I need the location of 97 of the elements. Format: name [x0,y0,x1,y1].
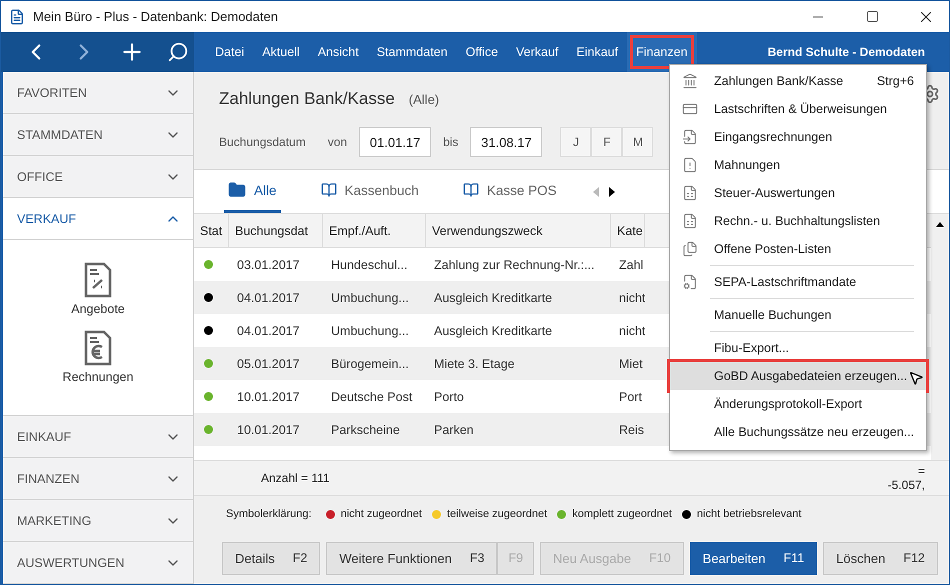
from-label: von [328,135,348,149]
menu-item[interactable]: Finanzen [627,32,697,72]
scrollbar[interactable] [931,214,949,460]
legend-label: nicht zugeordnet [340,508,422,520]
page-subtitle: (Alle) [408,92,440,107]
table-cell-text: Miete 3. Etage [433,356,516,370]
to-date-field[interactable]: 31.08.17 [470,127,542,157]
table-cell-text: Umbuchung... [330,290,410,304]
menu-item[interactable]: Verkauf [507,32,568,72]
from-date-field[interactable]: 01.01.17 [359,127,432,157]
table-cell-text: Hundeschul... [330,258,408,272]
legend-title: Symbolerklärung: [226,508,312,520]
column-header[interactable]: Kate [611,214,645,247]
menu-item[interactable]: Datei [206,32,254,72]
table-cell-text: Bürogemein... [330,356,410,370]
table-cell-text: 10.01.2017 [236,390,301,404]
legend-label: komplett zugeordnet [572,508,672,520]
dropdown-item[interactable]: Eingangsrechnungen [670,123,926,151]
action-button[interactable]: Details F2 [222,542,320,574]
sidebar-item[interactable]: Angebote [71,262,125,316]
folder-icon [228,181,246,199]
table-cell-text: 05.01.2017 [236,356,301,370]
percent-document-icon [84,262,112,298]
dropdown-item[interactable]: Offene Posten-Listen [670,235,926,263]
dropdown-item[interactable]: GoBD Ausgabedateien erzeugen... [670,362,926,390]
dropdown-item[interactable]: SEPA-Lastschriftmandate [670,268,926,296]
column-header[interactable]: Verwendungszweck [426,214,611,247]
sidebar-section[interactable]: OFFICE [3,156,193,198]
column-header[interactable]: Empf./Auft. [323,214,426,247]
action-button[interactable]: Bearbeiten F11 [690,542,818,574]
maximize-icon[interactable] [866,10,878,23]
app-icon [9,8,25,24]
month-button[interactable]: J [560,127,592,157]
table-cell-text: Miet [618,356,644,370]
menu-item[interactable]: Einkauf [567,32,628,72]
sidebar-section[interactable]: FINANZEN [3,458,193,500]
euro-document-icon [84,330,112,366]
table-cell-text: Ausgleich Kreditkarte [433,290,554,304]
tab[interactable]: Kassenbuch [316,170,423,213]
table-cell-text: Parkscheine [330,422,401,436]
to-label: bis [443,135,458,149]
dropdown-item[interactable]: Änderungsprotokoll-Export [670,390,926,418]
table-cell-text: Deutsche Post [330,390,414,404]
sidebar-section[interactable]: EINKAUF [3,416,193,458]
table-cell-text: 10.01.2017 [236,422,301,436]
table-cell-text: Zahl [618,258,644,272]
legend-label: teilweise zugeordnet [446,508,548,520]
table-cell-text: nicht [618,290,645,304]
table-cell-text: 03.01.2017 [236,258,301,272]
action-button[interactable]: Weitere Funktionen F3 [326,542,498,574]
table-cell-text: Zahlung zur Rechnung-Nr.:... [433,258,596,272]
action-button[interactable]: Löschen F12 [823,542,938,574]
sidebar-section[interactable]: AUSWERTUNGEN [3,542,193,584]
table-cell-text: Reis [618,422,645,436]
dropdown-item[interactable]: Rechn.- u. Buchhaltungslisten [670,207,926,235]
table-cell-text: Port [618,390,643,404]
menu-item[interactable]: Aktuell [253,32,309,72]
user-label: Bernd Schulte - Demodaten [768,45,926,59]
dropdown-item[interactable]: Steuer-Auswertungen [670,179,926,207]
tab[interactable]: Kasse POS [458,170,561,213]
month-button[interactable]: M [622,127,654,157]
menu-item[interactable]: Office [456,32,508,72]
table-cell-text: Ausgleich Kreditkarte [433,324,554,338]
book-icon [462,182,479,198]
search-icon[interactable] [167,41,189,63]
total-value: -5.057, [888,478,925,492]
count-label: Anzahl = 111 [261,471,330,485]
window-title: Mein Büro - Plus - Datenbank: Demodaten [33,9,279,24]
month-button[interactable]: F [591,127,622,157]
column-header[interactable]: Buchungsdat [229,214,323,247]
table-cell-text: nicht [618,324,645,338]
filter-label: Buchungsdatum [219,135,306,149]
dropdown-item[interactable]: Manuelle Buchungen [670,301,926,329]
menu-item[interactable]: Ansicht [308,32,368,72]
sidebar-item[interactable]: Rechnungen [62,330,134,384]
mouse-cursor-icon [908,370,924,386]
menu-item[interactable]: Stammdaten [368,32,457,72]
table-cell-text: Porto [433,390,465,404]
page-title: Zahlungen Bank/Kasse [219,89,395,109]
dropdown-item[interactable]: Mahnungen [670,151,926,179]
sidebar-section[interactable]: FAVORITEN [3,72,193,114]
table-cell-text: Parken [433,422,475,436]
scroll-up-icon[interactable] [936,222,944,227]
sidebar-section[interactable]: STAMMDATEN [3,114,193,156]
sidebar-section[interactable]: MARKETING [3,500,193,542]
legend-label: nicht betriebsrelevant [696,508,802,520]
dropdown-item[interactable]: Fibu-Export... [670,334,926,362]
total-sign: = [918,464,925,478]
column-header[interactable]: Stat [194,214,229,247]
dropdown-item[interactable]: Alle Buchungssätze neu erzeugen... [670,418,926,446]
table-cell-text: Umbuchung... [330,324,410,338]
table-cell-text: 04.01.2017 [236,290,301,304]
book-icon [320,182,337,198]
scroll-right-icon[interactable] [608,186,615,196]
dropdown-item[interactable]: Zahlungen Bank/Kasse Strg+6 [670,67,926,95]
dropdown-item[interactable]: Lastschriften & Überweisungen [670,95,926,123]
table-cell-text: 04.01.2017 [236,324,301,338]
